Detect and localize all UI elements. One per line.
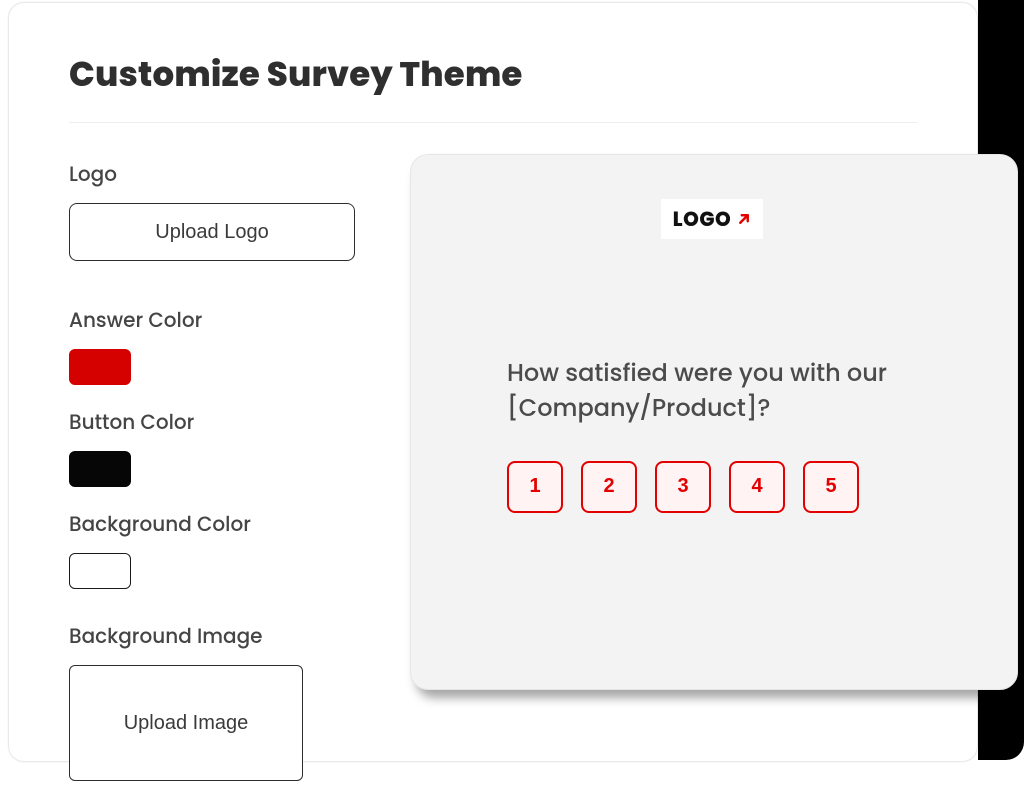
rating-option-2[interactable]: 2 [581,461,637,513]
background-color-swatch[interactable] [69,553,131,589]
answer-color-swatch[interactable] [69,349,131,385]
preview-logo-badge: LOGO [661,199,763,239]
upload-image-button-label: Upload Image [124,712,249,735]
background-color-label: Background Color [69,509,389,539]
rating-option-5[interactable]: 5 [803,461,859,513]
rating-option-3[interactable]: 3 [655,461,711,513]
upload-image-button[interactable]: Upload Image [69,665,303,781]
preview-logo-text: LOGO [673,204,731,234]
rating-option-4[interactable]: 4 [729,461,785,513]
button-color-swatch[interactable] [69,451,131,487]
background-image-label: Background Image [69,621,389,651]
button-color-label: Button Color [69,407,389,437]
rating-option-1[interactable]: 1 [507,461,563,513]
panel-divider [69,122,917,123]
preview-rating-row: 1 2 3 4 5 [507,461,977,513]
logo-label: Logo [69,159,389,189]
upload-logo-button[interactable]: Upload Logo [69,203,355,261]
preview-logo-row: LOGO [447,199,977,239]
answer-color-label: Answer Color [69,305,389,335]
preview-question-text: How satisfied were you with our [Company… [507,357,927,427]
survey-preview-card: LOGO How satisfied were you with our [Co… [410,154,1018,690]
panel-title: Customize Survey Theme [69,49,917,100]
arrow-up-right-icon [735,210,753,228]
theme-controls: Logo Upload Logo Answer Color Button Col… [69,159,389,781]
